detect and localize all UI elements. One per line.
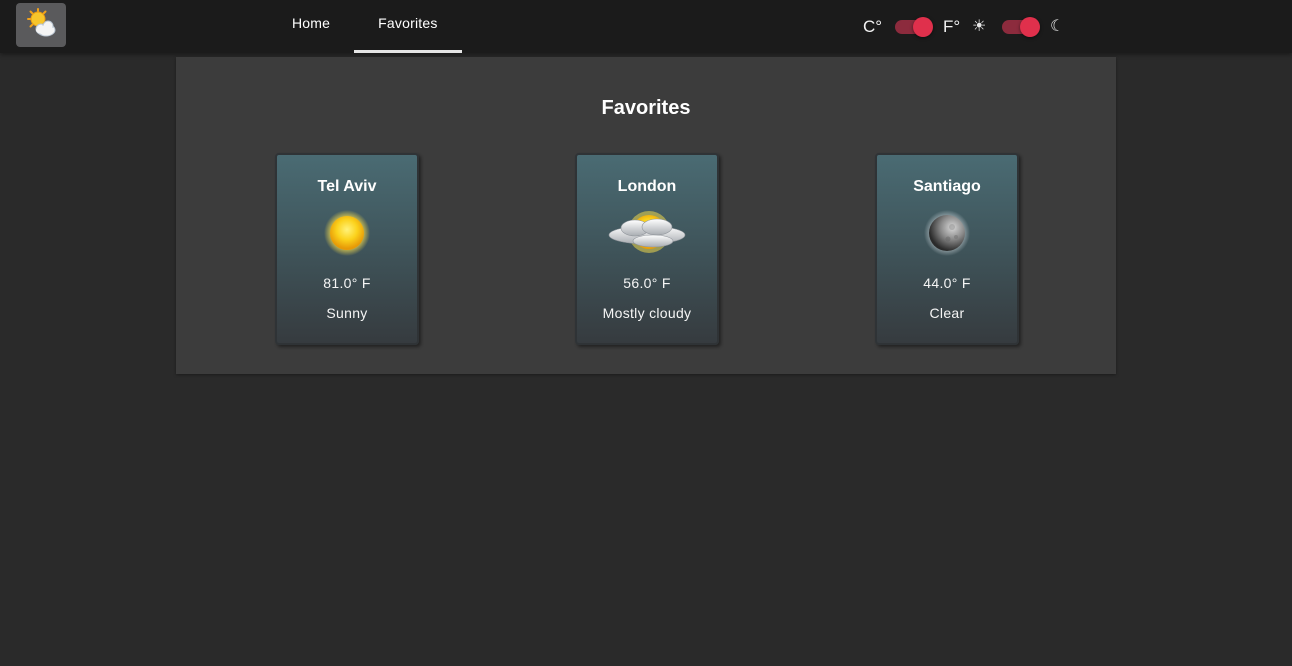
- temperature: 56.0° F: [623, 275, 671, 291]
- theme-toggle-thumb[interactable]: [1020, 17, 1040, 37]
- mostly-cloudy-icon: [577, 207, 717, 259]
- moon-icon: ☾: [1050, 18, 1065, 35]
- unit-toggle-switch[interactable]: [895, 17, 935, 37]
- tab-favorites[interactable]: Favorites: [354, 0, 462, 53]
- page-title: Favorites: [601, 97, 691, 119]
- tab-home[interactable]: Home: [268, 0, 354, 53]
- condition: Sunny: [326, 305, 368, 321]
- sun-behind-cloud-icon: [24, 7, 58, 44]
- city-name: London: [617, 178, 677, 195]
- moon-icon: [877, 207, 1017, 259]
- sun-icon: ☀: [972, 18, 987, 35]
- city-name: Tel Aviv: [317, 178, 377, 195]
- celsius-label: C°: [863, 17, 883, 36]
- favorite-card-tel-aviv[interactable]: Tel Aviv 81.0° F Sunny: [275, 153, 419, 345]
- condition: Mostly cloudy: [602, 305, 692, 321]
- temperature: 81.0° F: [323, 275, 371, 291]
- theme-toggle-switch[interactable]: [1002, 17, 1042, 37]
- condition: Clear: [929, 305, 965, 321]
- sun-icon: [277, 207, 417, 259]
- favorite-card-london[interactable]: London 56.0° F Mostly cloudy: [575, 153, 719, 345]
- favorite-card-santiago[interactable]: Santiago 44.0° F Clear: [875, 153, 1019, 345]
- city-name: Santiago: [913, 178, 981, 195]
- app-logo-button[interactable]: [16, 3, 66, 47]
- fahrenheit-label: F°: [943, 17, 961, 36]
- nav-tabs: Home Favorites: [268, 0, 462, 53]
- favorites-panel: Favorites Tel Aviv 81.0° F Sunny London …: [176, 57, 1116, 374]
- unit-toggle-thumb[interactable]: [913, 17, 933, 37]
- temperature: 44.0° F: [923, 275, 971, 291]
- app-bar: Home Favorites C° F° ☀ ☾: [0, 0, 1292, 53]
- tab-favorites-label: Favorites: [378, 15, 438, 31]
- tab-home-label: Home: [292, 15, 331, 31]
